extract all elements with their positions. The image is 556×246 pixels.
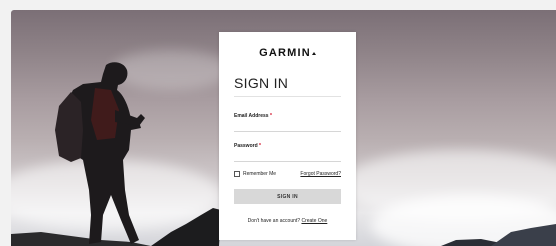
email-field[interactable] [234,121,341,132]
brand-name: GARMIN [259,47,311,59]
page-title: SIGN IN [234,75,289,91]
create-account-link[interactable]: Create One [301,218,327,224]
create-account-prompt: Don't have an account? Create One [247,218,328,224]
password-field[interactable] [234,151,341,162]
logo-triangle-icon [311,52,316,55]
forgot-password-link[interactable]: Forgot Password? [300,171,341,177]
garmin-logo: GARMIN [219,47,356,59]
divider [234,96,341,97]
sign-in-modal: GARMIN SIGN IN Email Address * Password … [219,32,356,240]
remember-me-checkbox[interactable] [234,171,240,177]
sign-in-button[interactable]: SIGN IN [234,189,341,204]
remember-me-label[interactable]: Remember Me [243,171,276,177]
email-label: Email Address * [234,113,272,119]
password-label: Password * [234,143,261,149]
